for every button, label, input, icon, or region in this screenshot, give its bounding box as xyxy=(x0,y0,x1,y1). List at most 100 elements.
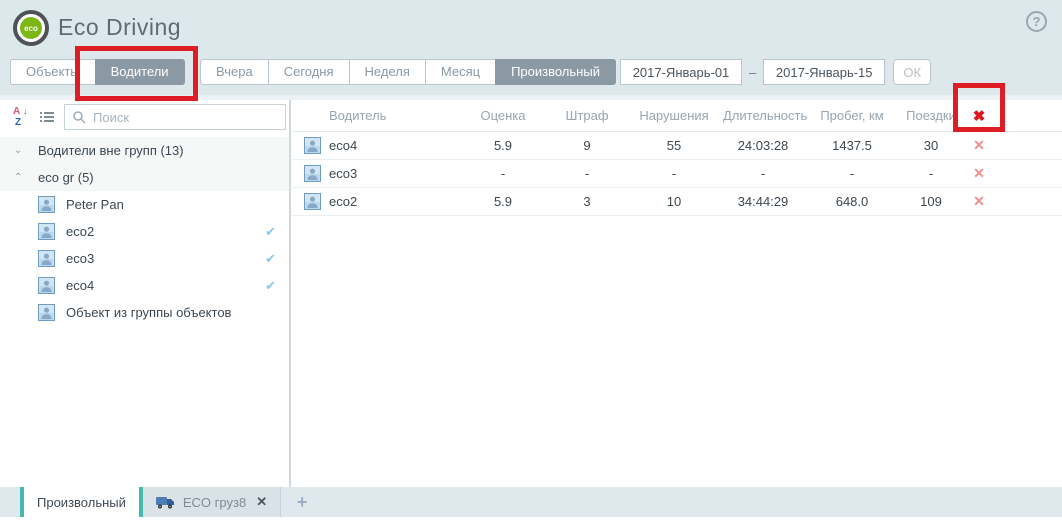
driver-avatar-icon xyxy=(304,165,321,182)
column-header: Водитель xyxy=(327,108,457,123)
sort-az-icon[interactable]: A ↓ Z xyxy=(12,106,32,128)
column-header: Длительность xyxy=(723,108,803,123)
sort-letter-z: Z xyxy=(15,117,21,128)
column-header: Нарушения xyxy=(625,108,723,123)
tree-driver-row[interactable]: eco2 ✔ xyxy=(0,218,289,245)
date-from-input[interactable] xyxy=(620,59,742,85)
table-header-row: ВодительОценкаШтрафНарушенияДлительность… xyxy=(293,100,1062,132)
search-input[interactable] xyxy=(64,104,286,130)
tree-driver-row[interactable]: eco3 ✔ xyxy=(0,245,289,272)
search-box xyxy=(64,104,286,130)
mode-button[interactable]: Объекты xyxy=(10,59,96,85)
mode-buttons-group: ОбъектыВодители xyxy=(10,59,185,85)
tree-driver-label: Объект из группы объектов xyxy=(66,305,231,320)
delete-row-icon[interactable]: ✕ xyxy=(961,165,997,182)
metric-cell: - xyxy=(723,166,803,181)
driver-avatar-icon xyxy=(38,223,55,240)
table-row[interactable]: eco3------✕ xyxy=(293,160,1062,188)
content-area: A ↓ Z xyxy=(0,95,1062,487)
drivers-tree: ⌄ Водители вне групп (13) ⌃ eco gr (5) Pete… xyxy=(0,137,289,326)
metric-cell: - xyxy=(803,166,901,181)
metric-cell: 55 xyxy=(625,138,723,153)
metric-cell: 648.0 xyxy=(803,194,901,209)
add-tab-button[interactable]: + xyxy=(281,487,323,517)
tree-group-row[interactable]: ⌃ eco gr (5) xyxy=(0,164,289,191)
sort-letter-a: A xyxy=(13,106,20,117)
tree-driver-label: eco2 xyxy=(66,224,94,239)
table-row[interactable]: eco25.931034:44:29648.0109✕ xyxy=(293,188,1062,216)
date-to-input[interactable] xyxy=(763,59,885,85)
selected-check-icon: ✔ xyxy=(265,278,276,294)
driver-avatar-icon xyxy=(38,277,55,294)
period-button[interactable]: Месяц xyxy=(425,59,496,85)
chevron-icon[interactable]: ⌃ xyxy=(14,172,28,183)
bottom-tab[interactable]: ECO груз8 ✕ xyxy=(143,487,280,517)
metric-cell: 5.9 xyxy=(457,194,549,209)
chevron-icon[interactable]: ⌄ xyxy=(14,145,28,156)
metric-cell: 5.9 xyxy=(457,138,549,153)
delete-row-icon[interactable]: ✕ xyxy=(961,193,997,210)
tree-driver-row[interactable]: Peter Pan xyxy=(0,191,289,218)
period-buttons-group: ВчераСегодняНеделяМесяцПроизвольный xyxy=(200,59,616,85)
table-body: eco45.995524:03:281437.530✕ eco3------✕ … xyxy=(293,132,1062,216)
column-header: Поездки xyxy=(901,108,961,123)
page-title: Eco Driving xyxy=(58,14,181,41)
results-table: ВодительОценкаШтрафНарушенияДлительность… xyxy=(293,100,1062,487)
date-range-area: – ОК xyxy=(620,59,931,85)
help-icon[interactable]: ? xyxy=(1026,11,1047,32)
period-button[interactable]: Произвольный xyxy=(495,59,616,85)
period-button[interactable]: Сегодня xyxy=(268,59,350,85)
tree-driver-label: Peter Pan xyxy=(66,197,124,212)
driver-name-cell: eco2 xyxy=(327,194,457,209)
eco-driving-logo: eco xyxy=(13,10,49,46)
date-range-separator: – xyxy=(749,65,756,80)
tree-driver-row[interactable]: Объект из группы объектов xyxy=(0,299,289,326)
driver-avatar-icon xyxy=(304,193,321,210)
column-header: Оценка xyxy=(457,108,549,123)
selected-check-icon: ✔ xyxy=(265,251,276,267)
driver-name-cell: eco4 xyxy=(327,138,457,153)
search-icon xyxy=(72,110,86,124)
metric-cell: - xyxy=(901,166,961,181)
drivers-sidebar: A ↓ Z xyxy=(0,100,291,487)
table-row[interactable]: eco45.995524:03:281437.530✕ xyxy=(293,132,1062,160)
ok-button[interactable]: ОК xyxy=(893,59,931,85)
delete-all-icon[interactable]: ✖ xyxy=(961,107,997,125)
sort-arrow-icon: ↓ xyxy=(23,106,28,116)
driver-avatar-icon xyxy=(38,250,55,267)
column-header: Пробег, км xyxy=(803,108,901,123)
tree-driver-row[interactable]: eco4 ✔ xyxy=(0,272,289,299)
mode-button[interactable]: Водители xyxy=(95,59,185,85)
column-header: Штраф xyxy=(549,108,625,123)
bottom-tab[interactable]: Произвольный xyxy=(24,487,139,517)
tree-group-label: Водители вне групп (13) xyxy=(38,143,184,158)
driver-avatar-cell xyxy=(297,193,327,210)
bottom-tab-bar: Произвольный ECO груз8 ✕ + xyxy=(0,487,1062,517)
tree-driver-label: eco3 xyxy=(66,251,94,266)
metric-cell: 24:03:28 xyxy=(723,138,803,153)
tree-group-label: eco gr (5) xyxy=(38,170,94,185)
tab-close-icon[interactable]: ✕ xyxy=(256,494,267,510)
tree-driver-label: eco4 xyxy=(66,278,94,293)
period-button[interactable]: Вчера xyxy=(200,59,269,85)
metric-cell: 1437.5 xyxy=(803,138,901,153)
delete-row-icon[interactable]: ✕ xyxy=(961,137,997,154)
bottom-tab-label: ECO груз8 xyxy=(183,495,246,510)
driver-name-cell: eco3 xyxy=(327,166,457,181)
metric-cell: - xyxy=(549,166,625,181)
metric-cell: - xyxy=(625,166,723,181)
period-button[interactable]: Неделя xyxy=(349,59,426,85)
driver-avatar-icon xyxy=(38,304,55,321)
metric-cell: 10 xyxy=(625,194,723,209)
selected-check-icon: ✔ xyxy=(265,224,276,240)
list-view-icon[interactable] xyxy=(39,110,55,125)
logo-eco-badge: eco xyxy=(20,17,42,39)
metric-cell: 109 xyxy=(901,194,961,209)
metric-cell: 3 xyxy=(549,194,625,209)
metric-cell: 34:44:29 xyxy=(723,194,803,209)
driver-avatar-cell xyxy=(297,137,327,154)
tree-group-row[interactable]: ⌄ Водители вне групп (13) xyxy=(0,137,289,164)
metric-cell: 30 xyxy=(901,138,961,153)
bottom-tab-label: Произвольный xyxy=(37,495,126,510)
sidebar-controls: A ↓ Z xyxy=(0,100,289,134)
